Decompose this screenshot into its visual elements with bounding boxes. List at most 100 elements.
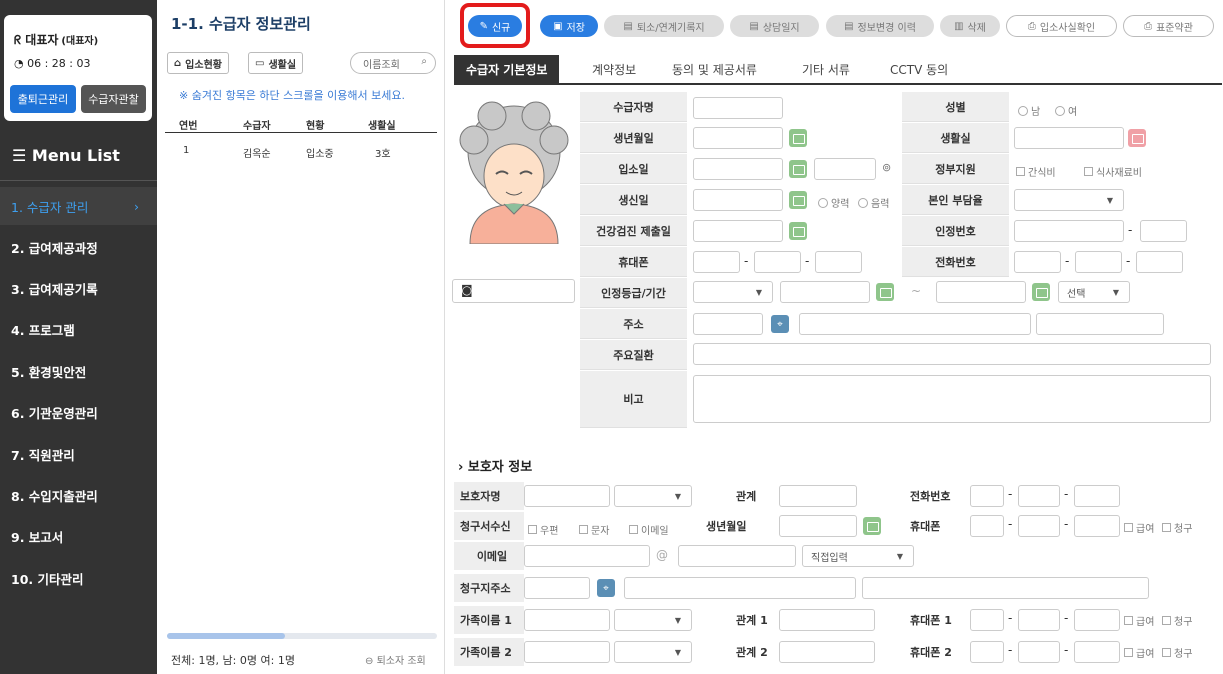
phone-3-input[interactable] <box>1136 251 1183 273</box>
guardian-birth-input[interactable] <box>779 515 857 537</box>
cert-no-suffix-input[interactable] <box>1140 220 1187 242</box>
bill-email-checkbox[interactable]: 이메일 <box>629 522 669 537</box>
gmobile-2-input[interactable] <box>1018 515 1060 537</box>
menu-item-etc[interactable]: 10. 기타관리 <box>0 559 157 597</box>
grade-select[interactable]: ▼ <box>693 281 773 303</box>
bill-address-detail-input[interactable] <box>862 577 1149 599</box>
help-icon[interactable]: ⊚ <box>882 161 891 174</box>
gphone-2-input[interactable] <box>1018 485 1060 507</box>
family1-claim-checkbox[interactable]: 청구 <box>1162 613 1192 628</box>
family2-name-input[interactable] <box>524 641 610 663</box>
gender-female-radio[interactable]: 여 <box>1055 103 1077 118</box>
calendar-icon[interactable] <box>789 129 807 147</box>
email-domain-select[interactable]: 직접입력 ▼ <box>802 545 914 567</box>
horizontal-scrollbar[interactable] <box>167 633 437 639</box>
rel1-input[interactable] <box>779 609 875 631</box>
guardian-name-input[interactable] <box>524 485 610 507</box>
bill-sms-checkbox[interactable]: 문자 <box>579 522 609 537</box>
claim-checkbox[interactable]: 청구 <box>1162 520 1192 535</box>
save-button[interactable]: ▣ 저장 <box>540 15 598 37</box>
mob1-2-input[interactable] <box>1018 609 1060 631</box>
phone-2-input[interactable] <box>1075 251 1122 273</box>
standard-terms-button[interactable]: ⎙ 표준약관 <box>1123 15 1214 37</box>
grade-end-input[interactable] <box>936 281 1026 303</box>
solar-radio[interactable]: 양력 <box>818 195 849 210</box>
gphone-3-input[interactable] <box>1074 485 1120 507</box>
menu-item-operations[interactable]: 6. 기관운영관리 <box>0 393 157 431</box>
change-history-button[interactable]: ▤ 정보변경 이력 <box>826 15 934 37</box>
tab-other-docs[interactable]: 기타 서류 <box>802 55 850 83</box>
photo-upload-field[interactable]: ◙ <box>452 279 575 303</box>
discharged-search-button[interactable]: ⊖ 퇴소자 조회 <box>365 652 426 667</box>
bill-post-checkbox[interactable]: 우편 <box>528 522 558 537</box>
guardian-type-select[interactable]: ▼ <box>614 485 692 507</box>
calendar-icon[interactable] <box>789 160 807 178</box>
name-search-input[interactable]: 이름조회 ⌕ <box>350 52 436 74</box>
mob1-1-input[interactable] <box>970 609 1004 631</box>
family1-name-input[interactable] <box>524 609 610 631</box>
email-domain-input[interactable] <box>678 545 796 567</box>
disease-input[interactable] <box>693 343 1211 365</box>
address-input[interactable] <box>799 313 1031 335</box>
calendar-icon[interactable] <box>789 222 807 240</box>
family2-claim-checkbox[interactable]: 청구 <box>1162 645 1192 660</box>
mob2-1-input[interactable] <box>970 641 1004 663</box>
family1-type-select[interactable]: ▼ <box>614 609 692 631</box>
consult-log-button[interactable]: ▤ 상담일지 <box>730 15 819 37</box>
bill-zip-input[interactable] <box>524 577 590 599</box>
map-search-icon[interactable]: ⌖ <box>597 579 615 597</box>
calendar-icon[interactable] <box>863 517 881 535</box>
admission-input[interactable] <box>693 158 783 180</box>
remarks-input[interactable] <box>693 375 1211 423</box>
calendar-icon[interactable] <box>789 191 807 209</box>
mobile-1-input[interactable] <box>693 251 740 273</box>
grade-period-select[interactable]: 선택 ▼ <box>1058 281 1130 303</box>
menu-item-report[interactable]: 9. 보고서 <box>0 517 157 555</box>
bill-address-input[interactable] <box>624 577 856 599</box>
attendance-button[interactable]: 출퇴근관리 <box>10 85 76 113</box>
relation-input[interactable] <box>779 485 857 507</box>
email-local-input[interactable] <box>524 545 650 567</box>
zip-input[interactable] <box>693 313 763 335</box>
mobile-2-input[interactable] <box>754 251 801 273</box>
new-button[interactable]: ✎ 신규 <box>468 15 522 37</box>
room-picker-icon[interactable] <box>1128 129 1146 147</box>
grade-start-input[interactable] <box>780 281 870 303</box>
rel2-input[interactable] <box>779 641 875 663</box>
menu-item-program[interactable]: 4. 프로그램 <box>0 310 157 348</box>
mobile-3-input[interactable] <box>815 251 862 273</box>
table-row[interactable]: 1 김옥순 입소중 3호 <box>165 141 437 161</box>
gender-male-radio[interactable]: 남 <box>1018 103 1040 118</box>
family2-pay-checkbox[interactable]: 급여 <box>1124 645 1154 660</box>
phone-1-input[interactable] <box>1014 251 1061 273</box>
gphone-1-input[interactable] <box>970 485 1004 507</box>
cert-no-input[interactable] <box>1014 220 1124 242</box>
admission-confirm-button[interactable]: ⎙ 입소사실확인 <box>1006 15 1117 37</box>
room-input[interactable] <box>1014 127 1124 149</box>
name-input[interactable] <box>693 97 783 119</box>
snack-checkbox[interactable]: 간식비 <box>1016 164 1056 179</box>
room-button[interactable]: ▭ 생활실 <box>248 52 304 74</box>
menu-item-finance[interactable]: 8. 수입지출관리 <box>0 476 157 514</box>
menu-item-recipient[interactable]: 1. 수급자 관리 › <box>0 187 157 225</box>
mob2-2-input[interactable] <box>1018 641 1060 663</box>
admission-time-input[interactable] <box>814 158 876 180</box>
birth-input[interactable] <box>693 127 783 149</box>
leave-record-button[interactable]: ▤ 퇴소/연계기록지 <box>604 15 724 37</box>
delete-button[interactable]: ▥ 삭제 <box>940 15 1000 37</box>
burden-select[interactable]: ▼ <box>1014 189 1124 211</box>
tab-basic-info[interactable]: 수급자 기본정보 <box>454 55 560 83</box>
recipient-observe-button[interactable]: 수급자관찰 <box>81 85 146 113</box>
menu-item-environment[interactable]: 5. 환경및안전 <box>0 352 157 390</box>
pay-checkbox[interactable]: 급여 <box>1124 520 1154 535</box>
lunar-radio[interactable]: 음력 <box>858 195 889 210</box>
gmobile-3-input[interactable] <box>1074 515 1120 537</box>
menu-item-benefit-record[interactable]: 3. 급여제공기록 <box>0 269 157 307</box>
mob1-3-input[interactable] <box>1074 609 1120 631</box>
menu-item-benefit-process[interactable]: 2. 급여제공과정 <box>0 228 157 266</box>
tab-consent[interactable]: 동의 및 제공서류 <box>672 55 757 83</box>
calendar-icon[interactable] <box>1032 283 1050 301</box>
family2-type-select[interactable]: ▼ <box>614 641 692 663</box>
search-icon[interactable]: ⌕ <box>421 56 427 67</box>
meal-checkbox[interactable]: 식사재료비 <box>1084 164 1142 179</box>
